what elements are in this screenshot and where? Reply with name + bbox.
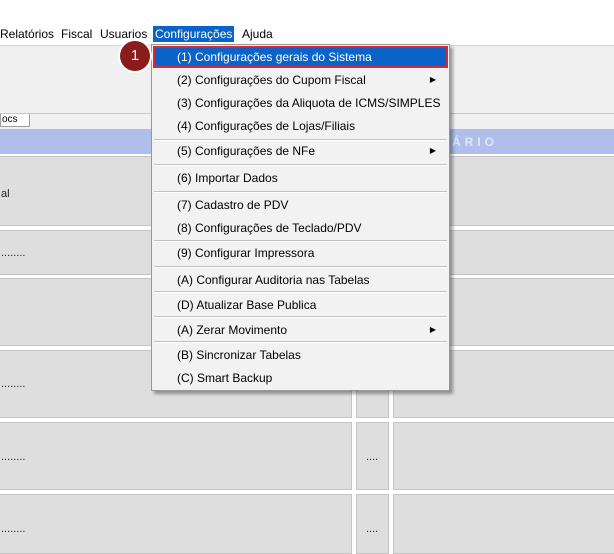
menu-bar: Relatórios Fiscal Usuarios Configurações… [0, 23, 614, 45]
menu-fiscal[interactable]: Fiscal [59, 26, 94, 42]
menu-item-label: (4) Configurações de Lojas/Filiais [177, 119, 356, 133]
menu-separator [154, 266, 447, 268]
menu-item-smart-backup[interactable]: (C) Smart Backup [153, 367, 448, 389]
cell-ellipsis: .... [366, 451, 379, 463]
submenu-arrow-icon: ▶ [429, 325, 436, 334]
submenu-arrow-icon: ▶ [429, 146, 436, 155]
menu-item-label: (3) Configurações da Aliquota de ICMS/SI… [177, 96, 441, 110]
menu-item-label: (D) Atualizar Base Publica [177, 298, 317, 312]
menu-item-auditoria[interactable]: (A) Configurar Auditoria nas Tabelas [153, 269, 448, 291]
menu-item-label: (C) Smart Backup [177, 371, 273, 385]
cell-dots: ........ [1, 523, 26, 535]
menu-item-label: (8) Configurações de Teclado/PDV [177, 221, 362, 235]
menu-configuracoes[interactable]: Configurações [153, 26, 235, 42]
step-number-badge: 1 [120, 41, 150, 71]
cell-label: al [1, 188, 10, 200]
submenu-arrow-icon: ▶ [429, 75, 436, 84]
grid-cell[interactable]: .... [356, 494, 389, 554]
menu-item-label: (A) Configurar Auditoria nas Tabelas [177, 273, 370, 287]
grid-cell[interactable] [393, 422, 614, 490]
menu-item-label: (6) Importar Dados [177, 171, 278, 185]
menu-ajuda[interactable]: Ajuda [240, 26, 275, 42]
menu-item-cadastro-pdv[interactable]: (7) Cadastro de PDV [153, 194, 448, 216]
menu-item-cupom-fiscal[interactable]: (2) Configurações do Cupom Fiscal ▶ [153, 69, 448, 91]
configuracoes-dropdown: (1) Configurações gerais do Sistema (2) … [151, 44, 450, 391]
menu-item-nfe[interactable]: (5) Configurações de NFe ▶ [153, 140, 448, 162]
menu-item-aliquota[interactable]: (3) Configurações da Aliquota de ICMS/SI… [153, 92, 448, 114]
menu-item-importar-dados[interactable]: (6) Importar Dados [153, 167, 448, 189]
menu-item-config-gerais[interactable]: (1) Configurações gerais do Sistema [153, 46, 448, 68]
menu-separator [154, 191, 447, 193]
menu-item-label: (2) Configurações do Cupom Fiscal [177, 73, 366, 87]
menu-item-sincronizar[interactable]: (B) Sincronizar Tabelas [153, 344, 448, 366]
cell-dots: ........ [1, 378, 26, 390]
menu-item-label: (5) Configurações de NFe [177, 144, 316, 158]
menu-relatorios[interactable]: Relatórios [0, 26, 56, 42]
menu-separator [154, 341, 447, 343]
grid-cell[interactable]: ........ [0, 422, 352, 490]
menu-separator [154, 164, 447, 166]
menu-item-label: (A) Zerar Movimento [177, 323, 288, 337]
menu-usuarios[interactable]: Usuarios [98, 26, 149, 42]
header-text: ÁRIO [452, 135, 498, 149]
menu-item-impressora[interactable]: (9) Configurar Impressora [153, 242, 448, 264]
menu-item-label: (1) Configurações gerais do Sistema [177, 50, 372, 64]
menu-item-lojas-filiais[interactable]: (4) Configurações de Lojas/Filiais [153, 115, 448, 137]
grid-cell[interactable] [393, 494, 614, 554]
cell-dots: ........ [1, 247, 26, 259]
cell-dots: ........ [1, 451, 26, 463]
menu-item-base-publica[interactable]: (D) Atualizar Base Publica [153, 294, 448, 316]
tab-docs[interactable]: ocs [0, 114, 30, 127]
menu-separator [154, 316, 447, 318]
cell-ellipsis: .... [366, 523, 379, 535]
menu-separator [154, 291, 447, 293]
grid-cell[interactable]: .... [356, 422, 389, 490]
menu-item-label: (7) Cadastro de PDV [177, 198, 289, 212]
grid-cell[interactable]: ........ [0, 494, 352, 554]
menu-item-label: (9) Configurar Impressora [177, 246, 315, 260]
menu-item-zerar-movimento[interactable]: (A) Zerar Movimento ▶ [153, 319, 448, 341]
menu-item-teclado-pdv[interactable]: (8) Configurações de Teclado/PDV [153, 217, 448, 239]
menu-item-label: (B) Sincronizar Tabelas [177, 348, 301, 362]
